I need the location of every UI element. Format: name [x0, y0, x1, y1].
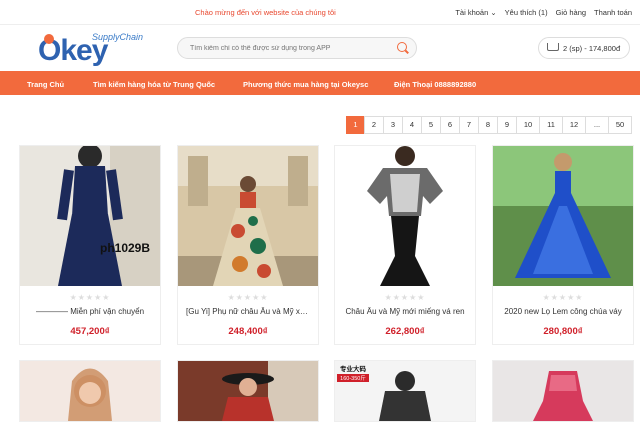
page-3[interactable]: 3 [383, 116, 403, 134]
chevron-down-icon: ⌄ [490, 8, 497, 17]
page-7[interactable]: 7 [459, 116, 479, 134]
top-links: Tài khoản ⌄ Yêu thích (1) Giỏ hàng Thanh… [455, 8, 632, 17]
search-box [177, 37, 417, 59]
product-card[interactable]: ★★★★★ Châu Âu và Mỹ mới miếng vá ren 262… [334, 145, 476, 345]
product-title[interactable]: ———— Miễn phí vận chuyển [28, 307, 152, 316]
nav-buy-method[interactable]: Phương thức mua hàng tại Okeysc [243, 80, 368, 89]
size-badge: 专业大码 160-350斤 [337, 363, 369, 382]
page-6[interactable]: 6 [440, 116, 460, 134]
size-badge-title: 专业大码 [340, 366, 366, 373]
product-price: 457,200₫ [70, 326, 110, 337]
welcome-text: Chào mừng đến với website của chúng tôi [195, 8, 336, 17]
product-card[interactable]: ph1029B ★★★★★ ———— Miễn phí vận chuyển 4… [19, 145, 161, 345]
product-card[interactable] [177, 360, 319, 422]
product-image[interactable] [20, 361, 160, 421]
cart-summary[interactable]: 2 (sp) - 174,800đ [538, 37, 630, 59]
cart-link[interactable]: Giỏ hàng [556, 8, 586, 17]
product-price: 262,800₫ [385, 326, 425, 337]
logo-dot-icon [44, 34, 54, 44]
page-50[interactable]: 50 [608, 116, 632, 134]
product-price: 248,400₫ [228, 326, 268, 337]
pagination: 1 2 3 4 5 6 7 8 9 10 11 12 ... 50 [346, 116, 632, 134]
product-tag: ph1029B [100, 241, 151, 255]
account-menu[interactable]: Tài khoản ⌄ [455, 8, 496, 17]
checkout-link[interactable]: Thanh toán [594, 8, 632, 17]
page-10[interactable]: 10 [516, 116, 540, 134]
page-8[interactable]: 8 [478, 116, 498, 134]
rating-stars: ★★★★★ [69, 293, 111, 302]
product-card[interactable]: ★★★★★ [Gu Yi] Phụ nữ châu Âu và Mỹ xuân … [177, 145, 319, 345]
search-input[interactable] [188, 40, 392, 56]
main-nav: Trang Chủ Tìm kiếm hàng hóa từ Trung Quố… [0, 71, 640, 95]
top-bar: Chào mừng đến với website của chúng tôi … [0, 0, 640, 25]
logo-tagline: SupplyChain [92, 32, 144, 42]
page-12[interactable]: 12 [562, 116, 586, 134]
product-image[interactable] [493, 146, 633, 286]
rating-stars: ★★★★★ [542, 293, 584, 302]
product-title[interactable]: [Gu Yi] Phụ nữ châu Âu và Mỹ xuân [186, 307, 310, 316]
page-2[interactable]: 2 [364, 116, 384, 134]
search-icon[interactable] [397, 42, 407, 52]
page-ellipsis: ... [585, 116, 609, 134]
rating-stars: ★★★★★ [227, 293, 269, 302]
page-1[interactable]: 1 [346, 116, 365, 134]
page-11[interactable]: 11 [539, 116, 563, 134]
product-price: 280,800₫ [543, 326, 583, 337]
site-logo[interactable]: Okey SupplyChain [38, 28, 148, 68]
product-card[interactable] [492, 360, 634, 422]
size-badge-range: 160-350斤 [337, 374, 369, 382]
favorites-link[interactable]: Yêu thích (1) [505, 8, 548, 17]
page-9[interactable]: 9 [497, 116, 517, 134]
product-image[interactable] [493, 361, 633, 421]
cart-summary-text: 2 (sp) - 174,800đ [563, 44, 621, 53]
product-image[interactable] [178, 146, 318, 286]
nav-phone[interactable]: Điện Thoại 0888892880 [394, 80, 476, 89]
rating-stars: ★★★★★ [384, 293, 426, 302]
product-card[interactable]: 专业大码 160-350斤 [334, 360, 476, 422]
product-card[interactable] [19, 360, 161, 422]
product-title[interactable]: Châu Âu và Mỹ mới miếng vá ren [343, 307, 467, 316]
product-image[interactable] [178, 361, 318, 421]
cart-icon [547, 43, 559, 51]
product-image[interactable] [335, 146, 475, 286]
nav-search-china[interactable]: Tìm kiếm hàng hóa từ Trung Quốc [93, 80, 215, 89]
page-5[interactable]: 5 [421, 116, 441, 134]
product-image[interactable]: ph1029B [20, 146, 160, 286]
product-card[interactable]: ★★★★★ 2020 new Lọ Lem công chúa váy 280,… [492, 145, 634, 345]
nav-home[interactable]: Trang Chủ [27, 80, 64, 89]
product-title[interactable]: 2020 new Lọ Lem công chúa váy [501, 307, 625, 316]
page-4[interactable]: 4 [402, 116, 422, 134]
